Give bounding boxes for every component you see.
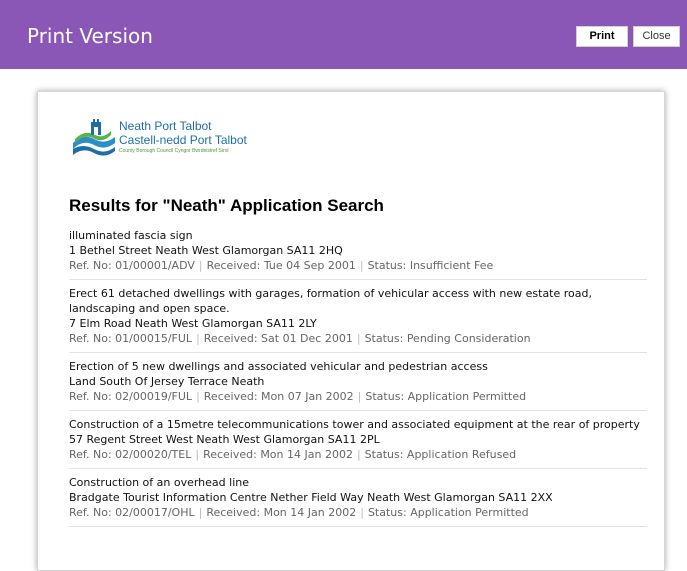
council-emblem-icon	[73, 119, 115, 156]
result-address: 7 Elm Road Neath West Glamorgan SA11 2LY	[69, 317, 317, 330]
result-status: Status: Pending Consideration	[364, 332, 531, 345]
result-received: Received: Mon 07 Jan 2002	[203, 390, 354, 403]
result-status: Status: Application Permitted	[367, 506, 529, 519]
separator: |	[195, 448, 200, 461]
print-button[interactable]: Print	[576, 26, 628, 47]
result-received: Received: Sat 01 Dec 2001	[203, 332, 353, 345]
result-address: Bradgate Tourist Information Centre Neth…	[69, 491, 553, 504]
result-item: Erect 61 detached dwellings with garages…	[69, 284, 647, 353]
result-address: 1 Bethel Street Neath West Glamorgan SA1…	[69, 244, 343, 257]
result-address: 57 Regent Street West Neath West Glamorg…	[69, 433, 380, 446]
logo-text-english: Neath Port Talbot	[119, 119, 212, 133]
separator: |	[357, 390, 362, 403]
close-button[interactable]: Close	[633, 26, 680, 47]
result-address: Land South Of Jersey Terrace Neath	[69, 375, 265, 388]
result-ref: Ref. No: 02/00017/OHL	[69, 506, 195, 519]
result-meta: Ref. No: 02/00020/TEL | Received: Mon 14 J…	[69, 447, 647, 463]
separator: |	[196, 390, 200, 403]
result-description: Erection of 5 new dwellings and associat…	[69, 360, 488, 373]
logo-text-welsh: Castell-nedd Port Talbot	[119, 133, 247, 147]
result-description: Construction of a 15metre telecommunicat…	[69, 418, 640, 431]
result-item: Erection of 5 new dwellings and associat…	[69, 357, 647, 411]
result-status: Status: Insufficient Fee	[367, 259, 494, 272]
result-ref: Ref. No: 02/00020/TEL	[69, 448, 192, 461]
separator: |	[360, 506, 364, 519]
print-preview-page: Neath Port Talbot Castell-nedd Port Talb…	[37, 91, 665, 571]
separator: |	[356, 448, 361, 461]
results-heading: Results for "Neath" Application Search	[69, 196, 384, 215]
result-received: Received: Mon 14 Jan 2002	[206, 506, 357, 519]
result-description: Erect 61 detached dwellings with garages…	[69, 287, 592, 315]
result-ref: Ref. No: 01/00015/FUL	[69, 332, 193, 345]
result-status: Status: Application Refused	[364, 448, 517, 461]
separator: |	[356, 332, 361, 345]
separator: |	[196, 332, 200, 345]
result-meta: Ref. No: 02/00019/FUL | Received: Mon 07 J…	[69, 389, 647, 405]
council-logo: Neath Port Talbot Castell-nedd Port Talb…	[71, 117, 271, 165]
result-item: Construction of a 15metre telecommunicat…	[69, 415, 647, 469]
separator: |	[198, 506, 203, 519]
dialog-title: Print Version	[27, 24, 153, 48]
result-meta: Ref. No: 01/00001/ADV | Received: Tue 04 S…	[69, 258, 647, 274]
logo-subtext: County Borough Council Cyngor Bwrdeistre…	[119, 148, 229, 154]
result-ref: Ref. No: 01/00001/ADV	[69, 259, 195, 272]
dialog-header: Print Version Print Close	[0, 0, 687, 69]
results-list: illuminated fascia sign 1 Bethel Street …	[69, 226, 647, 531]
result-description: illuminated fascia sign	[69, 229, 193, 242]
result-item: Construction of an overhead line Bradgat…	[69, 473, 647, 527]
separator: |	[198, 259, 203, 272]
result-received: Received: Mon 14 Jan 2002	[203, 448, 353, 461]
separator: |	[359, 259, 364, 272]
dialog-body[interactable]: Neath Port Talbot Castell-nedd Port Talb…	[0, 69, 687, 571]
result-description: Construction of an overhead line	[69, 476, 249, 489]
result-item: illuminated fascia sign 1 Bethel Street …	[69, 226, 647, 280]
result-received: Received: Tue 04 Sep 2001	[206, 259, 356, 272]
result-meta: Ref. No: 02/00017/OHL | Received: Mon 14 J…	[69, 505, 647, 521]
result-ref: Ref. No: 02/00019/FUL	[69, 390, 193, 403]
result-meta: Ref. No: 01/00015/FUL | Received: Sat 01 D…	[69, 331, 647, 347]
result-status: Status: Application Permitted	[365, 390, 527, 403]
